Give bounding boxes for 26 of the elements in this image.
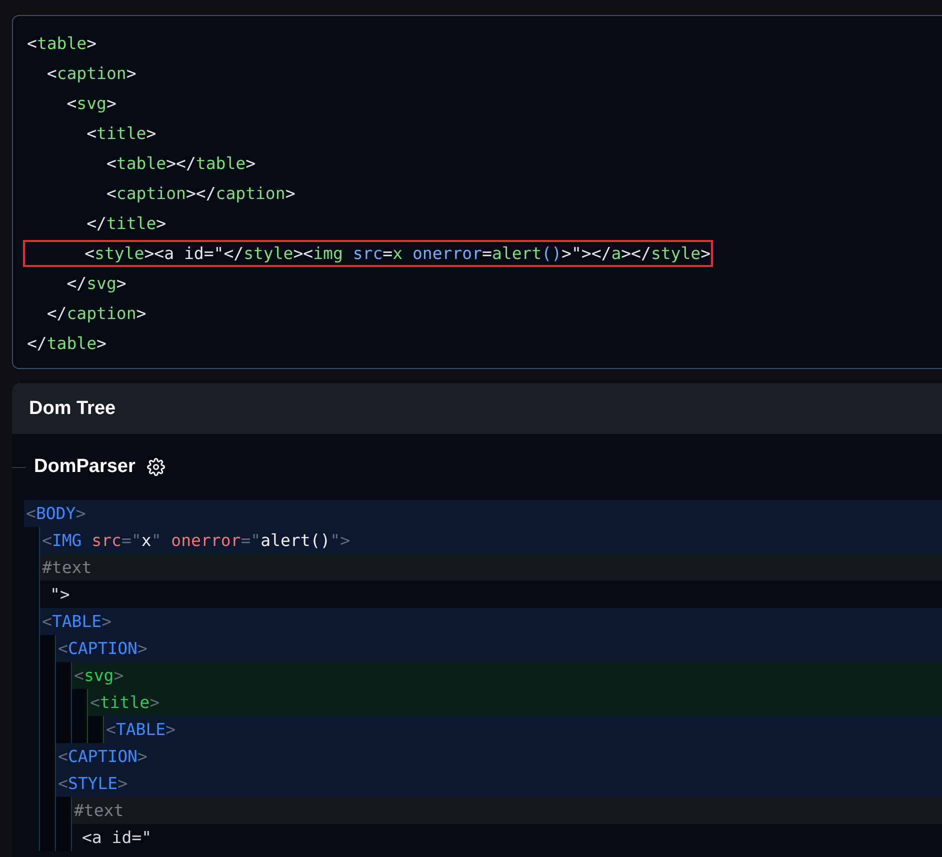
element-node[interactable]: <BODY>: [24, 504, 86, 523]
code-line: </title>: [86, 212, 168, 234]
text-content: ">: [49, 585, 70, 604]
code-line: <title>: [86, 122, 158, 144]
code-line: </table>: [26, 332, 108, 354]
element-node[interactable]: <TABLE>: [40, 612, 112, 631]
code-line: <svg>: [66, 92, 118, 114]
element-node[interactable]: <CAPTION>: [56, 747, 148, 766]
code-line: <caption></caption>: [105, 182, 296, 204]
element-node[interactable]: <STYLE>: [56, 774, 128, 793]
parser-title: DomParser: [34, 456, 136, 478]
code-line: </svg>: [66, 272, 128, 294]
settings-icon[interactable]: [147, 458, 166, 476]
text-node[interactable]: #text: [72, 801, 124, 820]
element-node[interactable]: <svg>: [72, 666, 124, 685]
code-line: <table></table>: [105, 152, 256, 174]
code-editor[interactable]: <table> <caption> <svg> <title> <table></table> <caption></caption> </title> <style><a id="</style><img src=x onerror=alert()>"></a></style> </svg> </caption> </table>: [12, 15, 942, 369]
code-line: <caption>: [46, 62, 138, 84]
code-line: </caption>: [46, 302, 148, 324]
element-node[interactable]: <title>: [88, 693, 160, 712]
panel-title: Dom Tree: [29, 398, 116, 420]
code-line: <table>: [26, 32, 98, 54]
text-content: <a id=": [81, 828, 152, 847]
text-node[interactable]: #text: [40, 558, 92, 577]
element-node[interactable]: <TABLE>: [104, 720, 176, 739]
element-node[interactable]: <CAPTION>: [56, 639, 148, 658]
